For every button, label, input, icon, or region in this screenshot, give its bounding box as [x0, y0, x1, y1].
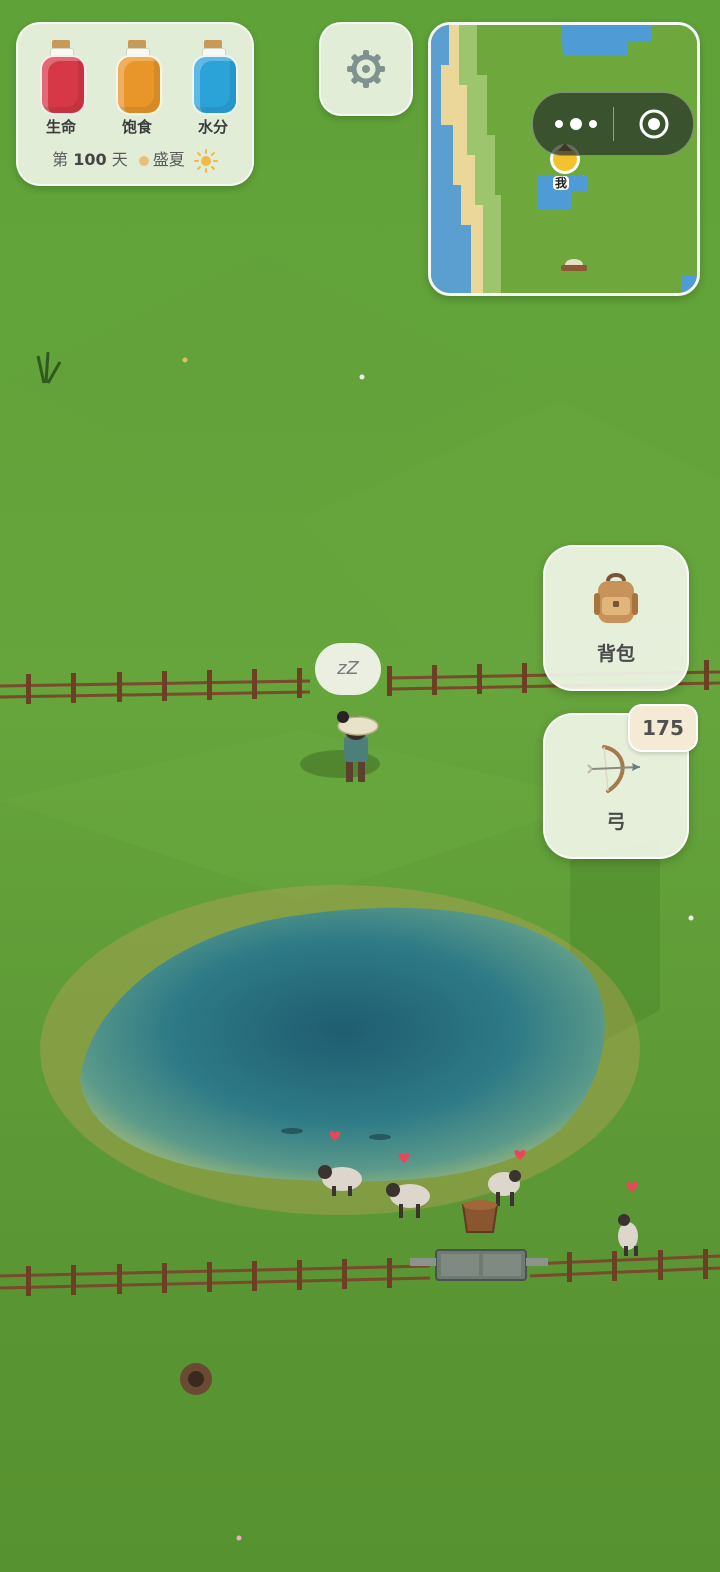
- minimap[interactable]: [428, 22, 700, 296]
- hunger-fill: [116, 55, 162, 115]
- campfire-pit[interactable]: [180, 1363, 212, 1395]
- season-label: 盛夏: [152, 150, 185, 169]
- water-label: 水分: [197, 118, 228, 136]
- player-map-label: 我: [553, 176, 570, 190]
- backpack-label: 背包: [596, 643, 635, 665]
- day-counter: 第 100 天 盛夏: [18, 146, 252, 173]
- health-bottle: 生命: [32, 38, 90, 136]
- system-capsule[interactable]: [532, 92, 694, 156]
- day-prefix: 第: [52, 150, 69, 169]
- gear-icon: [347, 50, 385, 88]
- arrow-count-badge: 175: [628, 704, 698, 752]
- hunger-bottle: 饱食: [108, 38, 166, 136]
- minimap-terrain: [431, 25, 697, 293]
- water-bucket[interactable]: [461, 1200, 499, 1233]
- day-number: 100: [73, 150, 107, 169]
- sleep-bubble: zZ: [315, 643, 381, 695]
- bow-label: 弓: [606, 811, 626, 833]
- day-suffix: 天: [111, 150, 128, 169]
- water-fill: [192, 55, 238, 115]
- sun-icon: [193, 148, 218, 173]
- health-label: 生命: [45, 118, 76, 136]
- more-options-icon[interactable]: [551, 113, 601, 135]
- capsule-divider: [613, 107, 614, 141]
- season-dot-icon: [138, 155, 149, 166]
- water-bottle: 水分: [184, 38, 242, 136]
- hunger-label: 饱食: [121, 118, 152, 136]
- backpack-icon: [594, 573, 638, 623]
- settings-button[interactable]: [319, 22, 413, 116]
- close-target-icon[interactable]: [637, 107, 671, 141]
- health-fill: [40, 55, 86, 115]
- backpack-button[interactable]: 背包: [543, 545, 689, 691]
- status-panel: 生命 饱食 水分 第 100 天 盛夏: [16, 22, 254, 186]
